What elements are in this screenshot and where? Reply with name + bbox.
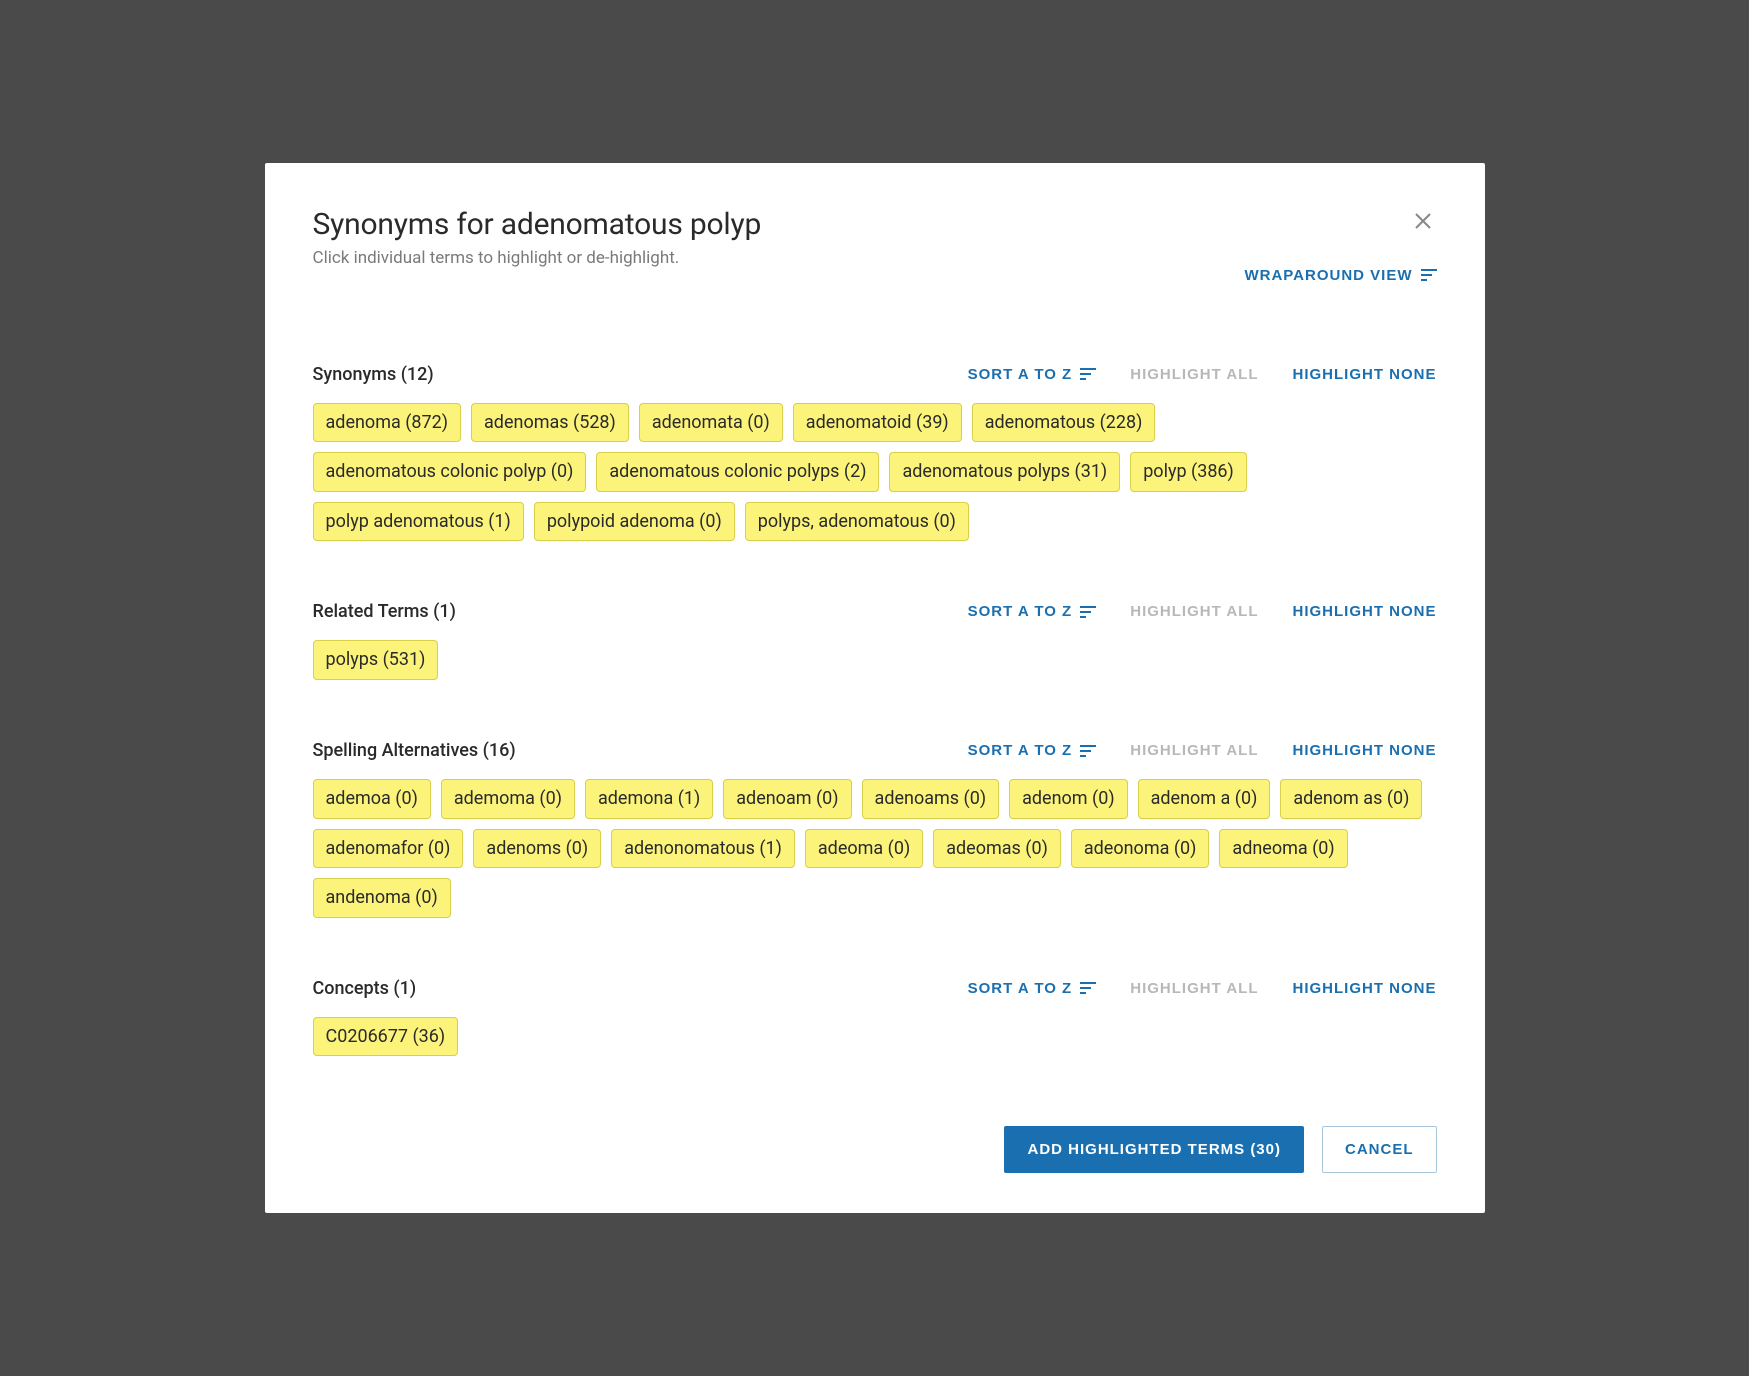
highlight-all-button[interactable]: HIGHLIGHT ALL xyxy=(1130,980,1258,997)
term-chip[interactable]: adeonoma (0) xyxy=(1071,829,1210,869)
term-chip[interactable]: adenoams (0) xyxy=(862,779,1000,819)
sort-label: SORT A TO Z xyxy=(968,980,1073,997)
sections-host: Synonyms (12) SORT A TO Z HIGHLIGHT ALL HIG… xyxy=(313,364,1437,1057)
sort-a-to-z-button[interactable]: SORT A TO Z xyxy=(968,603,1097,620)
section-header: Spelling Alternatives (16) SORT A TO Z HIG… xyxy=(313,740,1437,761)
term-chip[interactable]: adenom a (0) xyxy=(1138,779,1271,819)
term-chip[interactable]: adenonomatous (1) xyxy=(611,829,795,869)
section-header: Related Terms (1) SORT A TO Z HIGHLIGHT AL… xyxy=(313,601,1437,622)
term-chip[interactable]: ademona (1) xyxy=(585,779,713,819)
modal-title: Synonyms for adenomatous polyp xyxy=(313,207,762,242)
section-actions: SORT A TO Z HIGHLIGHT ALL HIGHLIGHT NONE xyxy=(968,980,1437,997)
term-chip[interactable]: andenoma (0) xyxy=(313,878,451,918)
sort-icon xyxy=(1080,606,1096,618)
term-chip[interactable]: adenoma (872) xyxy=(313,403,462,443)
chips-container: C0206677 (36) xyxy=(313,1017,1437,1057)
add-highlighted-terms-button[interactable]: ADD HIGHLIGHTED TERMS (30) xyxy=(1004,1126,1304,1173)
term-chip[interactable]: polyps, adenomatous (0) xyxy=(745,502,969,542)
term-chip[interactable]: adneoma (0) xyxy=(1219,829,1347,869)
section-actions: SORT A TO Z HIGHLIGHT ALL HIGHLIGHT NONE xyxy=(968,366,1437,383)
sort-icon xyxy=(1080,982,1096,994)
section-title: Spelling Alternatives (16) xyxy=(313,740,516,761)
term-chip[interactable]: polyp (386) xyxy=(1130,452,1247,492)
modal-header: Synonyms for adenomatous polyp Click ind… xyxy=(313,207,1437,284)
wraparound-view-button[interactable]: WRAPAROUND VIEW xyxy=(1244,267,1436,284)
sort-a-to-z-button[interactable]: SORT A TO Z xyxy=(968,742,1097,759)
synonyms-modal: Synonyms for adenomatous polyp Click ind… xyxy=(265,163,1485,1214)
highlight-all-button[interactable]: HIGHLIGHT ALL xyxy=(1130,366,1258,383)
term-chip[interactable]: ademoa (0) xyxy=(313,779,431,819)
term-chip[interactable]: polyp adenomatous (1) xyxy=(313,502,524,542)
term-chip[interactable]: adenoam (0) xyxy=(723,779,851,819)
chips-container: adenoma (872)adenomas (528)adenomata (0)… xyxy=(313,403,1437,542)
close-button[interactable] xyxy=(1409,207,1437,235)
chips-container: polyps (531) xyxy=(313,640,1437,680)
chips-container: ademoa (0)ademoma (0)ademona (1)adenoam … xyxy=(313,779,1437,918)
section: Spelling Alternatives (16) SORT A TO Z HIG… xyxy=(313,740,1437,918)
highlight-none-button[interactable]: HIGHLIGHT NONE xyxy=(1293,980,1437,997)
section-title: Synonyms (12) xyxy=(313,364,434,385)
term-chip[interactable]: adenomatous polyps (31) xyxy=(889,452,1120,492)
term-chip[interactable]: adenoms (0) xyxy=(473,829,601,869)
modal-footer: ADD HIGHLIGHTED TERMS (30) CANCEL xyxy=(313,1126,1437,1173)
term-chip[interactable]: adenomatous colonic polyps (2) xyxy=(596,452,879,492)
term-chip[interactable]: adeoma (0) xyxy=(805,829,923,869)
sort-icon xyxy=(1080,368,1096,380)
sort-icon xyxy=(1080,745,1096,757)
wraparound-view-label: WRAPAROUND VIEW xyxy=(1244,267,1412,284)
cancel-button[interactable]: CANCEL xyxy=(1322,1126,1437,1173)
section-header: Concepts (1) SORT A TO Z HIGHLIGHT ALL HIGH… xyxy=(313,978,1437,999)
highlight-none-button[interactable]: HIGHLIGHT NONE xyxy=(1293,366,1437,383)
term-chip[interactable]: adenomafor (0) xyxy=(313,829,464,869)
sort-label: SORT A TO Z xyxy=(968,742,1073,759)
modal-subtitle: Click individual terms to highlight or d… xyxy=(313,248,762,268)
section-title: Related Terms (1) xyxy=(313,601,456,622)
section-title: Concepts (1) xyxy=(313,978,417,999)
term-chip[interactable]: polypoid adenoma (0) xyxy=(534,502,735,542)
highlight-none-button[interactable]: HIGHLIGHT NONE xyxy=(1293,603,1437,620)
close-icon xyxy=(1413,219,1433,234)
term-chip[interactable]: adenom as (0) xyxy=(1280,779,1422,819)
section-actions: SORT A TO Z HIGHLIGHT ALL HIGHLIGHT NONE xyxy=(968,742,1437,759)
term-chip[interactable]: C0206677 (36) xyxy=(313,1017,459,1057)
term-chip[interactable]: adenomata (0) xyxy=(639,403,783,443)
header-right: WRAPAROUND VIEW xyxy=(1244,207,1436,284)
section-actions: SORT A TO Z HIGHLIGHT ALL HIGHLIGHT NONE xyxy=(968,603,1437,620)
term-chip[interactable]: ademoma (0) xyxy=(441,779,575,819)
highlight-none-button[interactable]: HIGHLIGHT NONE xyxy=(1293,742,1437,759)
term-chip[interactable]: adenomatous colonic polyp (0) xyxy=(313,452,587,492)
term-chip[interactable]: adenom (0) xyxy=(1009,779,1128,819)
highlight-all-button[interactable]: HIGHLIGHT ALL xyxy=(1130,742,1258,759)
sort-label: SORT A TO Z xyxy=(968,366,1073,383)
term-chip[interactable]: adeomas (0) xyxy=(933,829,1061,869)
term-chip[interactable]: adenomatous (228) xyxy=(972,403,1156,443)
sort-a-to-z-button[interactable]: SORT A TO Z xyxy=(968,366,1097,383)
lines-icon xyxy=(1421,269,1437,281)
sort-a-to-z-button[interactable]: SORT A TO Z xyxy=(968,980,1097,997)
section-header: Synonyms (12) SORT A TO Z HIGHLIGHT ALL HIG… xyxy=(313,364,1437,385)
sort-label: SORT A TO Z xyxy=(968,603,1073,620)
title-block: Synonyms for adenomatous polyp Click ind… xyxy=(313,207,762,268)
term-chip[interactable]: polyps (531) xyxy=(313,640,439,680)
term-chip[interactable]: adenomatoid (39) xyxy=(793,403,962,443)
term-chip[interactable]: adenomas (528) xyxy=(471,403,629,443)
highlight-all-button[interactable]: HIGHLIGHT ALL xyxy=(1130,603,1258,620)
section: Related Terms (1) SORT A TO Z HIGHLIGHT AL… xyxy=(313,601,1437,680)
section: Synonyms (12) SORT A TO Z HIGHLIGHT ALL HIG… xyxy=(313,364,1437,542)
section: Concepts (1) SORT A TO Z HIGHLIGHT ALL HIGH… xyxy=(313,978,1437,1057)
